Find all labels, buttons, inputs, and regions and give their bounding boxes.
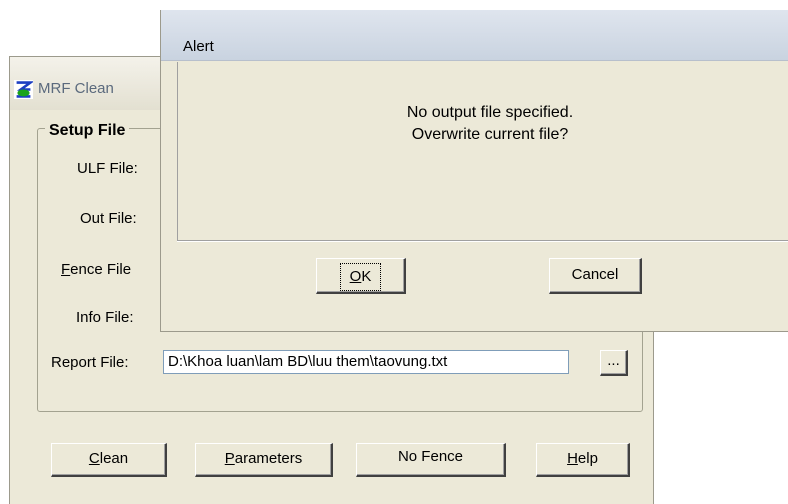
clean-button[interactable]: Clean [51, 443, 167, 477]
alert-message-area: No output file specified. Overwrite curr… [177, 62, 788, 241]
parameters-mnemonic: P [224, 450, 235, 467]
cancel-button[interactable]: Cancel [549, 258, 642, 294]
report-file-input[interactable]: D:\Khoa luan\lam BD\luu them\taovung.txt [163, 350, 569, 374]
fence-file-label: Fence File [61, 261, 131, 278]
ok-button[interactable]: OK [316, 258, 406, 294]
help-mnemonic: H [567, 450, 578, 467]
ulf-file-label: ULF File: [77, 160, 138, 177]
parameters-button[interactable]: Parameters [195, 443, 333, 477]
browse-label: ... [607, 352, 620, 369]
alert-message-line-1: No output file specified. [406, 104, 574, 121]
alert-title: Alert [183, 38, 214, 55]
fence-label-rest: ence File [70, 261, 132, 278]
no-fence-button[interactable]: No Fence [356, 443, 506, 477]
browse-report-button[interactable]: ... [600, 350, 628, 376]
help-label-rest: elp [577, 450, 598, 467]
ok-mnemonic: O [349, 268, 362, 285]
info-file-label: Info File: [76, 309, 134, 326]
parameters-label-rest: arameters [234, 450, 303, 467]
window-title: MRF Clean [38, 80, 114, 97]
ok-label-rest: K [361, 268, 372, 285]
alert-titlebar[interactable]: Alert [161, 10, 788, 61]
report-file-label: Report File: [51, 354, 129, 371]
alert-separator [177, 240, 788, 242]
alert-dialog: Alert No output file specified. Overwrit… [160, 10, 788, 332]
clean-mnemonic: C [88, 450, 100, 467]
help-button[interactable]: Help [536, 443, 630, 477]
fence-mnemonic: F [61, 261, 71, 278]
app-icon [14, 80, 33, 99]
no-fence-label: No Fence [397, 448, 464, 465]
alert-message-line-2: Overwrite current file? [411, 126, 569, 143]
out-file-label: Out File: [80, 210, 137, 227]
group-title: Setup File [45, 122, 130, 140]
cancel-label: Cancel [571, 266, 619, 283]
clean-label-rest: lean [99, 450, 129, 467]
